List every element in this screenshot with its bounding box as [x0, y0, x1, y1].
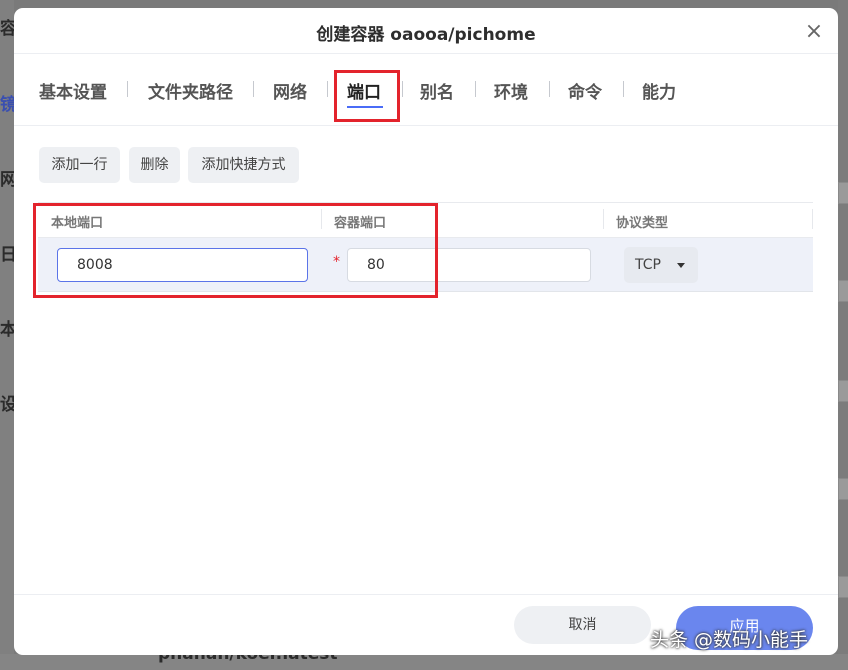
chevron-down-icon: [677, 263, 685, 268]
tab-divider: [549, 81, 550, 97]
background-content-edge: [838, 0, 848, 670]
header-protocol: 协议类型: [616, 216, 669, 231]
column-divider: [812, 209, 813, 229]
port-highlight-box: [33, 203, 438, 298]
create-container-dialog: 创建容器 oaooa/pichome × 基本设置 文件夹路径 网络 端口 别名…: [14, 8, 838, 655]
protocol-select[interactable]: TCP: [624, 247, 698, 283]
watermark: 头条 @数码小能手: [650, 629, 809, 651]
tab-divider: [253, 81, 254, 97]
add-row-button[interactable]: 添加一行: [39, 147, 120, 183]
dialog-title: 创建容器 oaooa/pichome: [316, 25, 536, 45]
tab-bar: 基本设置 文件夹路径 网络 端口 别名 环境 命令 能力: [14, 66, 838, 126]
tab-folder-path[interactable]: 文件夹路径: [148, 78, 233, 103]
bg-row-button: [838, 576, 848, 598]
cancel-button[interactable]: 取消: [514, 606, 651, 644]
add-shortcut-button[interactable]: 添加快捷方式: [188, 147, 299, 183]
column-divider: [603, 209, 604, 229]
tab-capabilities[interactable]: 能力: [642, 78, 676, 103]
bg-row-button: [838, 280, 848, 302]
tab-highlight-box: [334, 70, 400, 122]
bg-row-button: [838, 182, 848, 204]
tab-basic-settings[interactable]: 基本设置: [39, 78, 107, 103]
protocol-value: TCP: [635, 257, 661, 273]
tab-divider: [127, 81, 128, 97]
tab-divider: [475, 81, 476, 97]
tab-divider: [623, 81, 624, 97]
close-icon[interactable]: ×: [804, 21, 824, 43]
tab-divider: [402, 81, 403, 97]
tab-alias[interactable]: 别名: [420, 78, 454, 103]
bg-row-button: [838, 478, 848, 500]
bg-row-button: [838, 380, 848, 402]
tab-divider: [327, 81, 328, 97]
delete-button[interactable]: 删除: [129, 147, 180, 183]
dialog-header: 创建容器 oaooa/pichome ×: [14, 8, 838, 54]
tab-environment[interactable]: 环境: [494, 78, 528, 103]
background-bottom: [0, 654, 848, 670]
tab-command[interactable]: 命令: [568, 78, 602, 103]
tab-network[interactable]: 网络: [273, 78, 307, 103]
